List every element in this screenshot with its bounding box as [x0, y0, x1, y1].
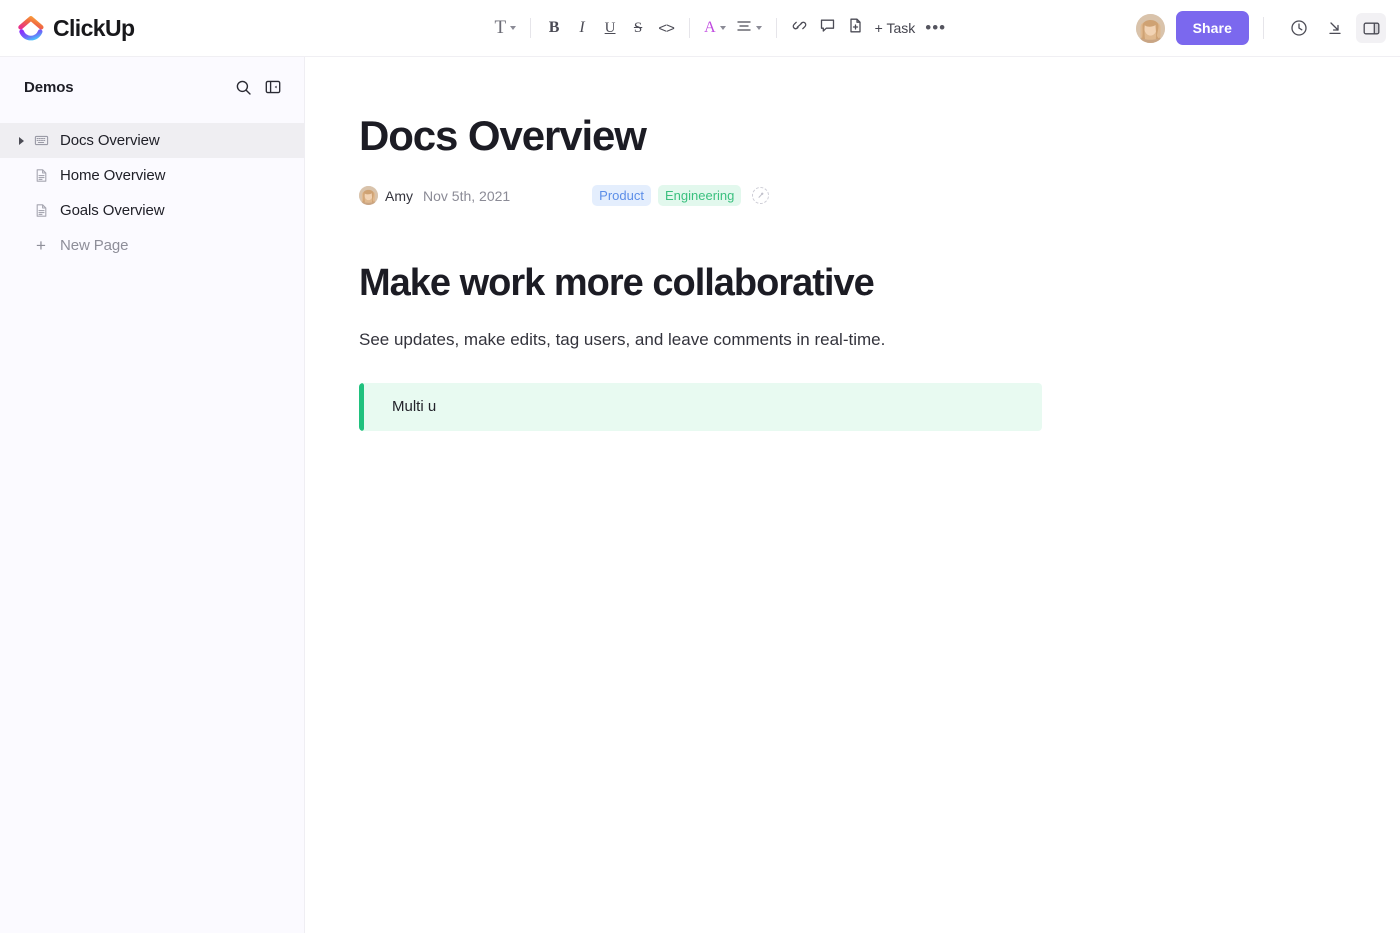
underline-button[interactable]: U [596, 13, 624, 43]
author-name: Amy [385, 187, 413, 204]
collapse-arrow-icon[interactable] [1320, 13, 1350, 43]
underline-icon: U [604, 19, 616, 36]
author-avatar[interactable] [359, 186, 378, 206]
section-heading[interactable]: Make work more collaborative [359, 262, 1400, 305]
toggle-right-panel-icon[interactable] [1356, 13, 1386, 43]
clickup-logo-icon [18, 15, 44, 41]
search-icon[interactable] [230, 74, 256, 100]
sidebar-header: Demos [0, 57, 304, 117]
align-icon [736, 18, 752, 39]
sidebar-item-label: Goals Overview [60, 202, 165, 219]
toolbar-divider [775, 18, 777, 38]
disclosure-triangle-icon[interactable] [14, 136, 28, 145]
section-paragraph[interactable]: See updates, make edits, tag users, and … [359, 327, 1400, 353]
page-title[interactable]: Docs Overview [359, 112, 1400, 159]
sidebar-title: Demos [24, 78, 74, 96]
formatting-toolbar: T B I U S <> A + Task ••• [305, 0, 1136, 57]
font-color-dropdown[interactable]: A [699, 13, 731, 43]
sidebar-new-page-button[interactable]: + New Page [0, 228, 304, 263]
font-color-icon: A [704, 19, 716, 36]
brand-name: ClickUp [53, 14, 135, 41]
add-task-button[interactable]: + Task [870, 13, 921, 43]
top-right-actions: Share [1135, 0, 1400, 57]
document-body: Docs Overview Amy Nov 5th, 2021 Product [305, 57, 1400, 431]
tag-engineering[interactable]: Engineering [657, 185, 742, 207]
sidebar-item-docs-overview[interactable]: Docs Overview [0, 123, 304, 158]
strikethrough-button[interactable]: S [624, 13, 652, 43]
toolbar-divider [530, 18, 532, 38]
document-date: Nov 5th, 2021 [423, 187, 511, 204]
document-canvas: Docs Overview Amy Nov 5th, 2021 Product [305, 57, 1400, 933]
italic-button[interactable]: I [568, 13, 596, 43]
plus-icon: + [36, 236, 46, 255]
chevron-down-icon [510, 26, 517, 30]
code-icon: <> [658, 19, 675, 37]
sidebar-item-label: Docs Overview [60, 132, 160, 149]
share-button[interactable]: Share [1175, 11, 1249, 45]
toolbar-divider [689, 18, 691, 38]
strikethrough-icon: S [633, 19, 643, 36]
page-plus-icon [847, 17, 864, 39]
brand-area[interactable]: ClickUp [0, 0, 305, 57]
callout-text[interactable]: Multi u [392, 398, 436, 415]
add-tag-icon[interactable] [752, 187, 770, 205]
user-avatar[interactable] [1135, 13, 1165, 43]
collapse-sidebar-icon[interactable] [260, 74, 286, 100]
code-button[interactable]: <> [652, 13, 680, 43]
document-meta: Amy Nov 5th, 2021 Product Engineering [359, 185, 1400, 207]
text-style-icon: T [494, 17, 507, 38]
tag-product[interactable]: Product [592, 185, 651, 207]
document-icon [28, 168, 54, 183]
document-tags: Product Engineering [592, 185, 770, 207]
divider [1263, 17, 1264, 39]
author-info: Amy Nov 5th, 2021 [359, 186, 511, 206]
more-options-button[interactable]: ••• [920, 13, 951, 43]
sidebar-new-page-label: New Page [60, 237, 129, 254]
sidebar-item-label: Home Overview [60, 167, 166, 184]
chevron-down-icon [755, 26, 762, 30]
italic-icon: I [579, 19, 585, 36]
sidebar-item-goals-overview[interactable]: Goals Overview [0, 193, 304, 228]
comment-button[interactable] [814, 13, 842, 43]
top-bar: ClickUp T B I U S <> A + Task ••• Share [0, 0, 1400, 57]
align-dropdown[interactable] [731, 13, 767, 43]
sidebar-page-list: Docs Overview Home Overview Goals Overvi… [0, 123, 304, 263]
link-button[interactable] [786, 13, 814, 43]
bold-icon: B [548, 19, 560, 36]
callout-accent-bar [359, 382, 364, 431]
bold-button[interactable]: B [540, 13, 568, 43]
chevron-down-icon [719, 26, 726, 30]
page-button[interactable] [842, 13, 870, 43]
link-icon [791, 17, 808, 39]
text-style-dropdown[interactable]: T [489, 13, 521, 43]
ellipsis-icon: ••• [925, 18, 947, 37]
history-clock-icon[interactable] [1284, 13, 1314, 43]
sidebar: Demos Docs Overview Home Overview Goals … [0, 57, 305, 933]
book-icon [28, 133, 54, 148]
sidebar-item-home-overview[interactable]: Home Overview [0, 158, 304, 193]
callout-block[interactable]: Multi u [359, 382, 1042, 431]
comment-bubble-icon [819, 17, 836, 39]
add-task-label: + Task [874, 20, 916, 36]
document-icon [28, 203, 54, 218]
